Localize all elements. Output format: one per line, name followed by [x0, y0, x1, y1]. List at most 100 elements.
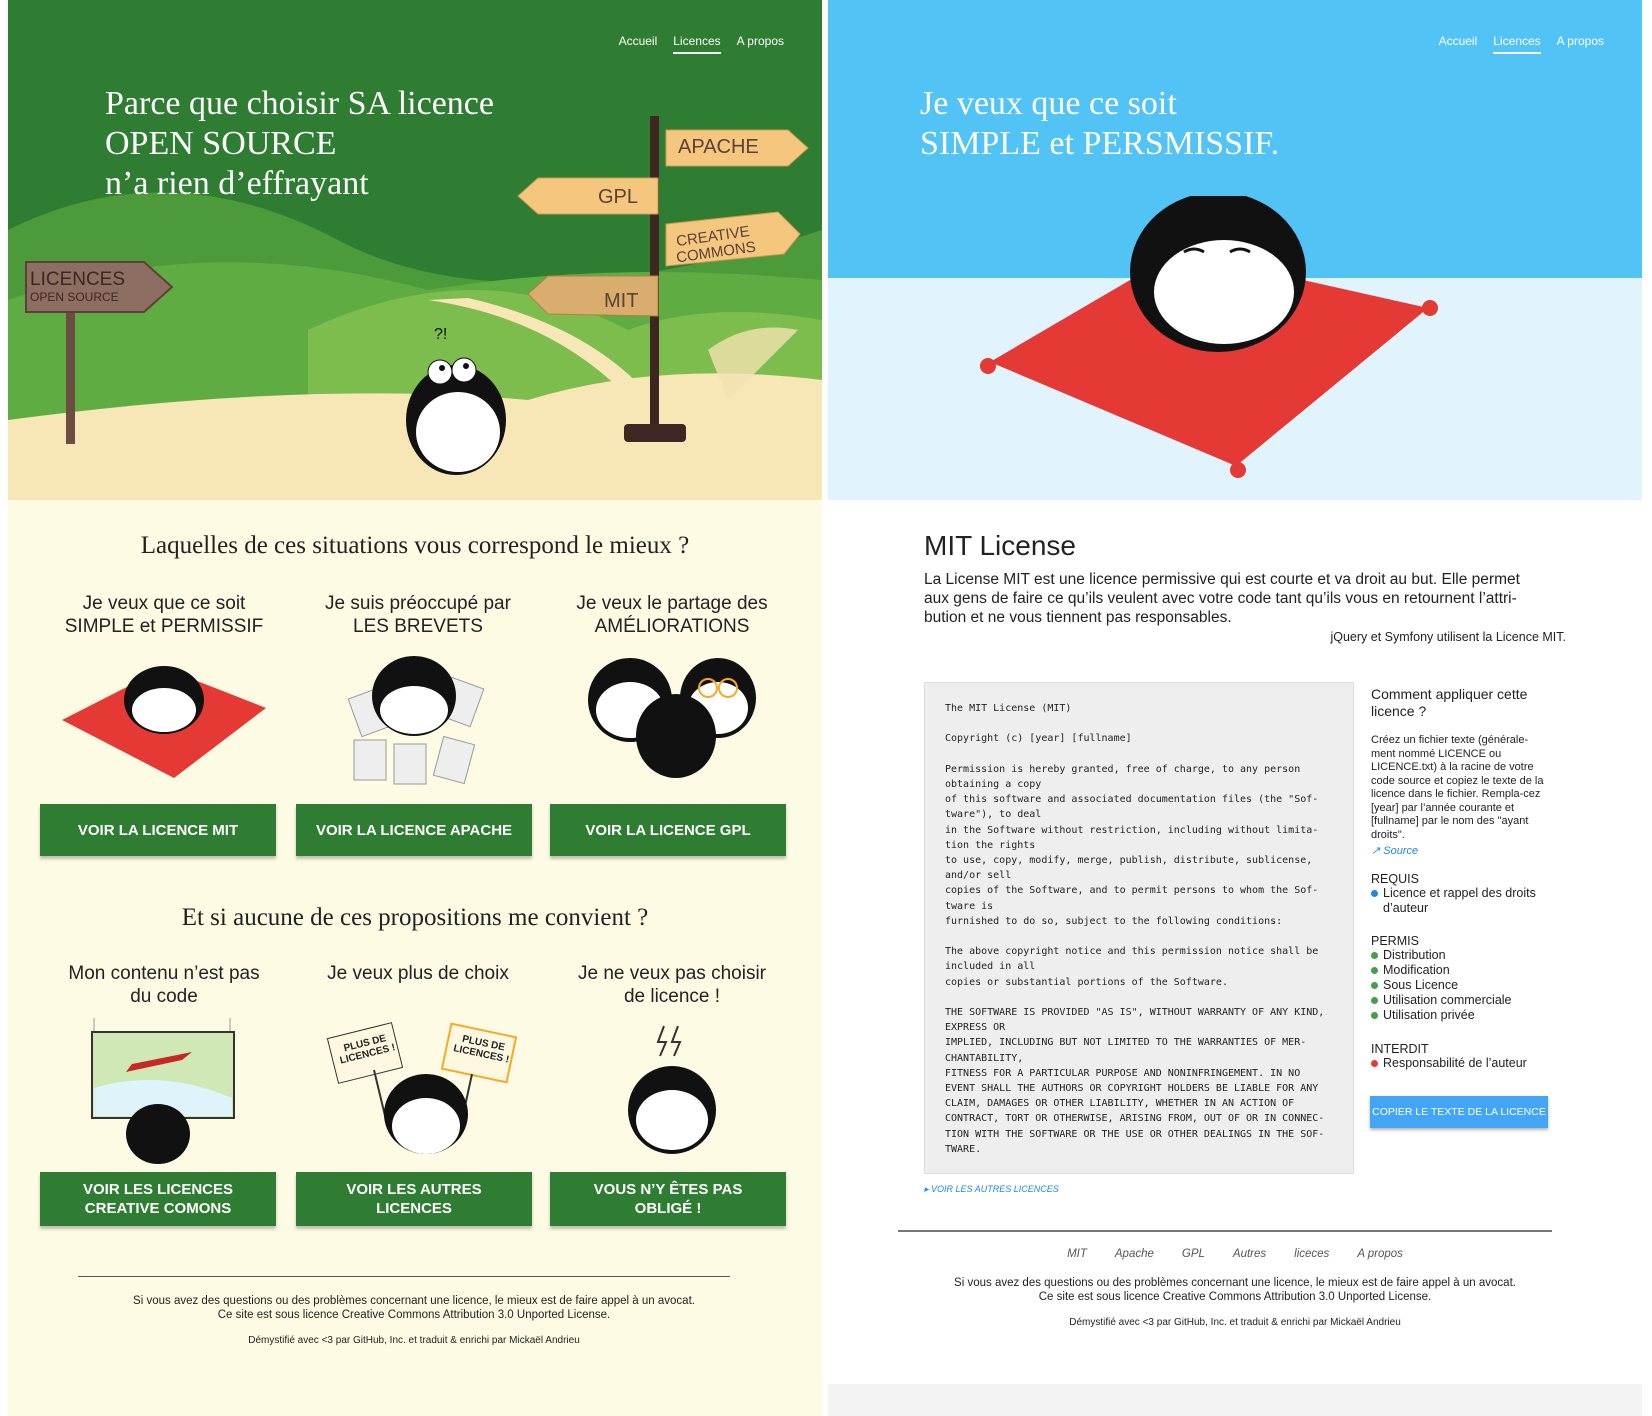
- nav-a-propos[interactable]: A propos: [737, 34, 784, 54]
- source-link[interactable]: ↗ Source: [1371, 844, 1551, 857]
- option-question: LES BREVETS: [353, 616, 483, 637]
- option-question: AMÉLIORATIONS: [594, 616, 750, 637]
- arrow-mit: MIT: [604, 290, 639, 312]
- direction-pole-base: [624, 424, 686, 442]
- permis-item-label: Sous Licence: [1383, 978, 1459, 992]
- permis-item-label: Modification: [1383, 963, 1450, 977]
- button-label-line: CREATIVE COMONS: [84, 1200, 232, 1217]
- option-question: Je veux plus de choix: [327, 963, 509, 984]
- footer-link-gpl[interactable]: GPL: [1182, 1248, 1205, 1260]
- signpost-pole: [66, 296, 75, 444]
- hero-title-line: n’a rien d’effrayant: [105, 165, 369, 202]
- green-dot-icon: [1371, 967, 1378, 975]
- option-question: du code: [130, 986, 198, 1007]
- footer-divider: [898, 1230, 1552, 1232]
- arrow-gpl: GPL: [598, 186, 639, 208]
- penguin-cushion-hero-illustration: [980, 196, 1438, 478]
- hero-title-line: OPEN SOURCE: [105, 125, 337, 162]
- nav-a-propos[interactable]: A propos: [1557, 34, 1604, 54]
- hero-title: Parce que choisir SA licence OPEN SOURCE…: [105, 84, 494, 204]
- button-label-line: OBLIGÉ !: [634, 1200, 702, 1217]
- interdit-item-label: Responsabilité de l’auteur: [1383, 1056, 1527, 1070]
- option-patents: Je suis préoccupé par LES BREVETS: [298, 592, 538, 642]
- footer-link-a-propos[interactable]: A propos: [1357, 1248, 1403, 1260]
- penguin-angry-illustration: [628, 1025, 716, 1154]
- intro-line: aux gens de faire ce qu’ils veulent avec…: [924, 590, 1517, 607]
- permis-item: Utilisation privée: [1371, 1008, 1551, 1023]
- penguin-painting-illustration: [91, 1018, 235, 1164]
- blue-dot-icon: [1371, 890, 1378, 898]
- voir-autres-licences-button[interactable]: VOIR LES AUTRES LICENCES: [296, 1172, 532, 1226]
- requis-item-label: Licence et rappel des droits d’auteur: [1383, 886, 1536, 915]
- interdit-title: INTERDIT: [1371, 1042, 1429, 1056]
- option-question: Je veux le partage des: [576, 593, 768, 614]
- footer-credits: Démystifié avec <3 par GitHub, Inc. et t…: [248, 1335, 580, 1346]
- voir-licences-creative-commons-button[interactable]: VOIR LES LICENCES CREATIVE COMONS: [40, 1172, 276, 1226]
- hero-title-line: Je veux que ce soit: [920, 85, 1177, 122]
- footer-link-autres[interactable]: Autres: [1233, 1248, 1266, 1260]
- penguin-patents-illustration: [347, 656, 485, 785]
- nav-accueil[interactable]: Accueil: [619, 34, 658, 54]
- alternatives-heading: Et si aucune de ces propositions me conv…: [181, 904, 649, 931]
- nav-licences[interactable]: Licences: [1493, 34, 1541, 54]
- page-bottom-strip: [828, 1384, 1642, 1416]
- homepage-panel: LICENCES OPEN SOURCE Parce que choisir S…: [8, 0, 822, 1416]
- footer-divider: [78, 1276, 730, 1277]
- option-question: Mon contenu n’est pas: [68, 963, 260, 984]
- caret-right-icon: ▸: [924, 1184, 932, 1194]
- mit-license-panel: Accueil Licences A propos Je veux que ce…: [828, 0, 1642, 1384]
- button-label-line: LICENCES: [376, 1200, 452, 1217]
- confused-penguin-illustration: [406, 357, 506, 475]
- button-label-line: VOIR LES AUTRES: [346, 1181, 482, 1198]
- hero-title-line: SIMPLE et PERSMISSIF.: [920, 125, 1280, 162]
- requis-title: REQUIS: [1371, 872, 1419, 886]
- permis-section: PERMIS Distribution Modification Sous Li…: [1371, 934, 1551, 1023]
- footer: Si vous avez des questions ou des problè…: [48, 1294, 780, 1348]
- permis-title: PERMIS: [1371, 934, 1419, 948]
- option-more-choice: Je veux plus de choix: [298, 962, 538, 1012]
- option-question: SIMPLE et PERMISSIF: [64, 616, 264, 637]
- voir-licence-apache-button[interactable]: VOIR LA LICENCE APACHE: [296, 804, 532, 856]
- top-nav: Accueil Licences A propos: [1439, 34, 1604, 54]
- direction-arrows: [517, 129, 809, 317]
- sign-licences-label: LICENCES: [30, 269, 126, 290]
- license-intro: La License MIT est une licence permissiv…: [924, 570, 1564, 627]
- footer-link-liceces[interactable]: liceces: [1294, 1248, 1329, 1260]
- option-not-code: Mon contenu n’est pas du code: [44, 962, 284, 1012]
- source-link-label: Source: [1383, 845, 1419, 857]
- how-to-apply-text: Créez un fichier texte (générale-ment no…: [1371, 734, 1544, 841]
- footer-text: Si vous avez des questions ou des problè…: [954, 1277, 1516, 1289]
- license-title: MIT License: [924, 530, 1076, 561]
- how-to-apply-title: Comment appliquer cette licence ?: [1371, 686, 1528, 719]
- option-question: Je ne veux pas choisir: [578, 963, 766, 984]
- nav-licences[interactable]: Licences: [673, 34, 721, 54]
- permis-item-label: Utilisation commerciale: [1383, 993, 1512, 1007]
- pas-oblige-button[interactable]: VOUS N’Y ÊTES PAS OBLIGÉ !: [550, 1172, 786, 1226]
- footer-text: Si vous avez des questions ou des problè…: [133, 1295, 695, 1307]
- option-share: Je veux le partage des AMÉLIORATIONS: [552, 592, 792, 642]
- footer-nav: MIT Apache GPL Autres liceces A propos: [828, 1248, 1642, 1260]
- license-text-box[interactable]: The MIT License (MIT) Copyright (c) [yea…: [924, 682, 1354, 1174]
- option-question: Je suis préoccupé par: [325, 593, 511, 614]
- license-users: jQuery et Symfony utilisent la Licence M…: [1330, 630, 1566, 644]
- footer-text: Ce site est sous licence Creative Common…: [1038, 1291, 1432, 1303]
- interdit-section: INTERDIT Responsabilité de l’auteur: [1371, 1042, 1551, 1071]
- button-label-line: VOUS N’Y ÊTES PAS: [593, 1181, 743, 1198]
- green-dot-icon: [1371, 997, 1378, 1005]
- permis-item-label: Distribution: [1383, 948, 1446, 962]
- footer: Si vous avez des questions ou des problè…: [868, 1276, 1602, 1330]
- penguin-cushion-illustration: [62, 666, 266, 778]
- voir-licence-mit-button[interactable]: VOIR LA LICENCE MIT: [40, 804, 276, 856]
- green-dot-icon: [1371, 1012, 1378, 1020]
- requis-item: Licence et rappel des droits d’auteur: [1371, 886, 1551, 916]
- footer-link-mit[interactable]: MIT: [1067, 1248, 1087, 1260]
- voir-licence-gpl-button[interactable]: VOIR LA LICENCE GPL: [550, 804, 786, 856]
- copy-license-button[interactable]: COPIER LE TEXTE DE LA LICENCE: [1370, 1096, 1548, 1128]
- top-nav: Accueil Licences A propos: [619, 34, 784, 54]
- option-no-licence: Je ne veux pas choisir de licence !: [552, 962, 792, 1012]
- nav-accueil[interactable]: Accueil: [1439, 34, 1478, 54]
- permis-item: Modification: [1371, 963, 1551, 978]
- footer-link-apache[interactable]: Apache: [1115, 1248, 1154, 1260]
- penguins-sharing-illustration: [588, 658, 756, 778]
- other-licences-link[interactable]: ▸ VOIR LES AUTRES LICENCES: [924, 1184, 1059, 1195]
